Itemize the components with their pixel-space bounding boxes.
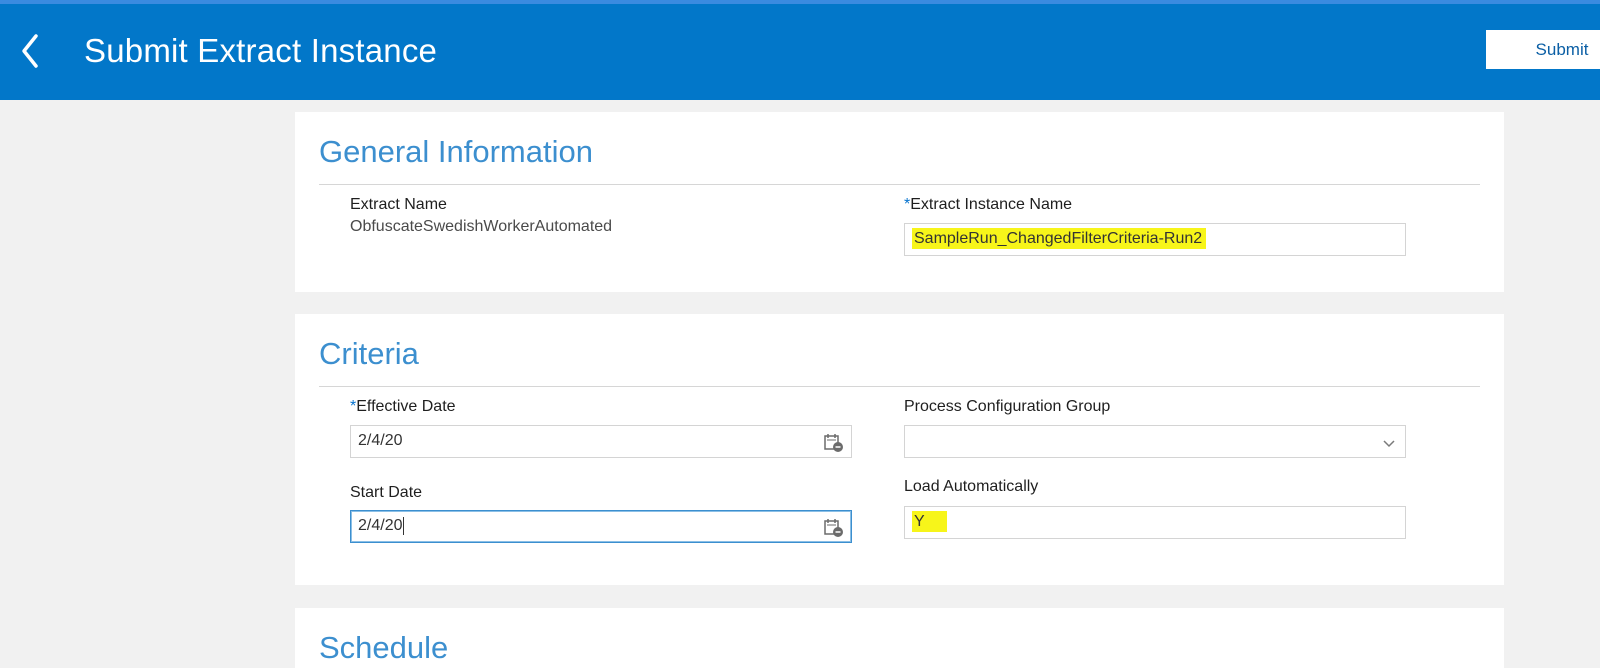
extract-name-value: ObfuscateSwedishWorkerAutomated [350,218,613,235]
general-information-panel: General Information Extract Name Obfusca… [295,112,1504,292]
submit-button[interactable]: Submit [1486,30,1600,69]
effective-date-value: 2/4/20 [358,432,403,449]
start-date-label: Start Date [350,484,423,501]
process-configuration-group-select[interactable] [904,425,1406,458]
load-automatically-value: Y [912,511,947,532]
extract-instance-name-value-wrap: SampleRun_ChangedFilterCriteria-Run2 [912,228,1207,249]
section-title-general-information: General Information [319,134,593,169]
page-title: Submit Extract Instance [84,32,438,69]
schedule-panel: Schedule [295,608,1504,668]
divider [319,386,1480,387]
calendar-icon[interactable] [823,517,845,539]
effective-date-label-text: Effective Date [356,398,456,415]
text-cursor [403,517,405,535]
extract-instance-name-value: SampleRun_ChangedFilterCriteria-Run2 [912,228,1207,249]
divider [319,184,1480,185]
criteria-panel: Criteria *Effective Date 2/4/20 Process … [295,314,1504,585]
extract-name-label: Extract Name [350,196,447,213]
start-date-value: 2/4/20 [358,517,403,535]
effective-date-input[interactable]: 2/4/20 [350,425,852,458]
extract-instance-name-label: *Extract Instance Name [904,196,1072,214]
process-configuration-group-label: Process Configuration Group [904,398,1111,415]
load-automatically-value-wrap: Y [912,511,947,532]
extract-instance-name-input[interactable]: SampleRun_ChangedFilterCriteria-Run2 [904,223,1406,256]
extract-instance-name-label-text: Extract Instance Name [910,196,1073,213]
start-date-input[interactable]: 2/4/20 [350,510,852,543]
chevron-down-icon [1383,440,1395,448]
section-title-schedule: Schedule [319,630,449,665]
calendar-icon[interactable] [823,432,845,454]
load-automatically-input[interactable]: Y [904,506,1406,539]
effective-date-label: *Effective Date [350,398,456,416]
page-header: Submit Extract Instance Submit [0,0,1600,100]
section-title-criteria: Criteria [319,336,419,371]
chevron-left-icon [22,34,38,68]
back-button[interactable] [10,26,50,76]
load-automatically-label: Load Automatically [904,478,1039,495]
start-date-value-wrap: 2/4/20 [358,517,405,535]
